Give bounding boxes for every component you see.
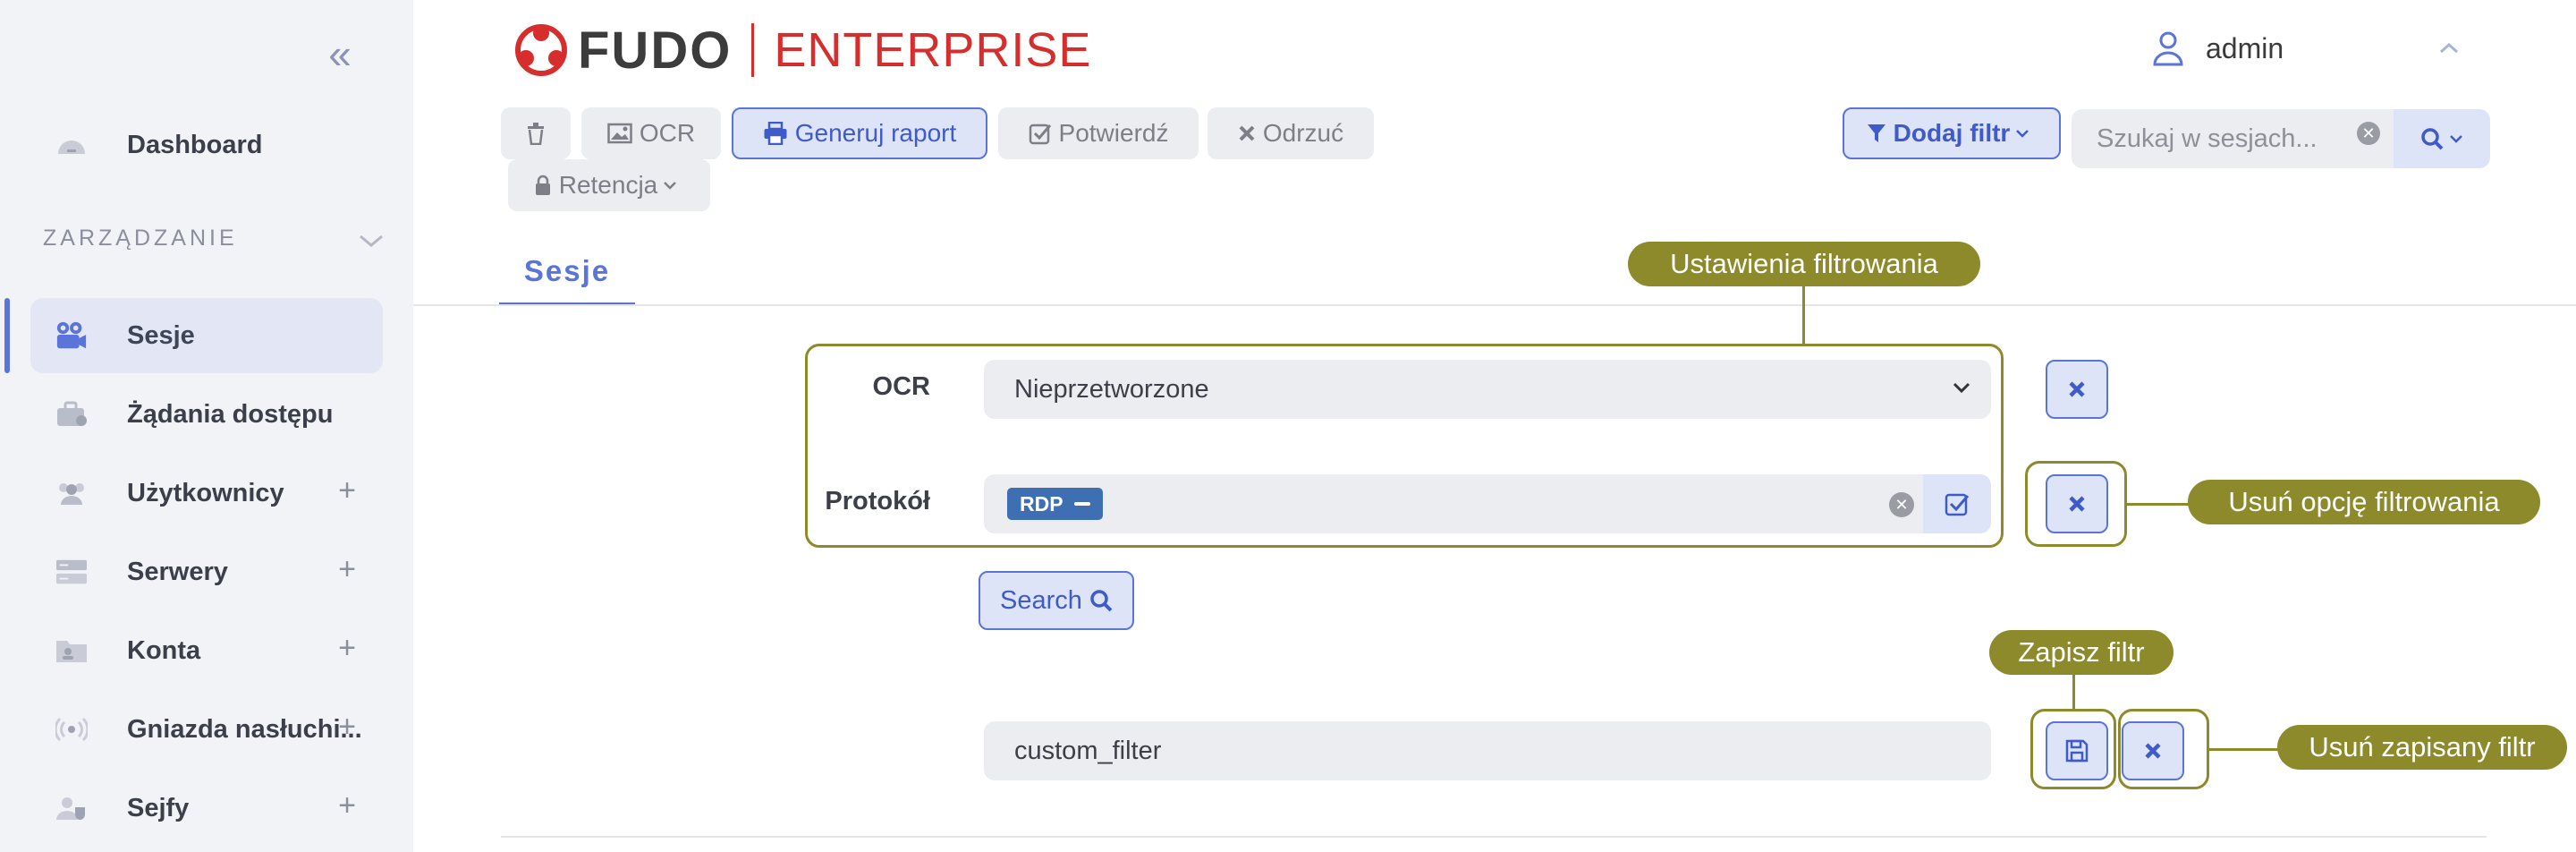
search-field [2072,109,2394,168]
confirm-label: Potwierdź [1058,119,1169,147]
annotation-frame-remove-option [2025,461,2127,547]
delete-button[interactable] [501,107,571,159]
remove-ocr-filter-button[interactable] [2046,360,2108,419]
server-icon [55,556,88,588]
bottom-divider [501,836,2487,838]
close-icon [2069,381,2085,397]
expand-plus-icon[interactable]: + [338,788,356,823]
search-dropdown-button[interactable] [2394,109,2490,168]
sidebar-item-sessions[interactable]: Sesje [30,298,383,373]
users-icon [55,477,88,509]
sidebar-item-label: Sejfy [127,793,190,822]
sidebar-item-listeners[interactable]: Gniazda nasłuchi... + [30,692,383,767]
generate-report-button[interactable]: Generuj raport [732,107,987,159]
annotation-connector [2209,748,2279,751]
annotation-connector [1802,286,1805,344]
image-icon [607,123,632,144]
search-icon [2421,128,2444,150]
annotation-save-filter: Zapisz filtr [1989,630,2174,675]
annotation-connector [2072,675,2075,709]
search-icon [1090,590,1113,612]
sidebar-item-users[interactable]: Użytkownicy + [30,456,383,531]
check-square-icon [1029,122,1052,145]
clear-search-icon[interactable]: ✕ [2357,122,2380,145]
expand-plus-icon[interactable]: + [338,710,356,745]
expand-plus-icon[interactable]: + [338,552,356,587]
sidebar-item-accounts[interactable]: Konta + [30,613,383,688]
reject-label: Odrzuć [1262,119,1344,147]
sidebar-item-label: Dashboard [127,130,263,159]
collapse-sidebar-icon[interactable]: « [322,33,358,74]
sidebar-item-label: Gniazda nasłuchi... [127,714,362,744]
dashboard-gauge-icon [55,129,88,161]
sidebar: « Dashboard ZARZĄDZANIE Sesje Żądania do… [0,0,413,852]
annotation-remove-filter-option: Usuń opcję filtrowania [2188,480,2540,524]
sidebar-item-servers[interactable]: Serwery + [30,534,383,609]
ocr-button-label: OCR [639,119,696,147]
annotation-frame-filter-settings [805,344,2004,548]
sidebar-item-label: Konta [127,635,201,665]
saved-filter-name-input[interactable]: custom_filter [984,721,1991,780]
tab-divider [413,304,2576,306]
chevron-down-icon [2015,128,2029,139]
safe-user-icon [55,792,88,824]
filter-icon [1867,123,1886,144]
trash-icon [528,123,544,145]
tab-sessions[interactable]: Sesje [499,247,635,306]
annotation-remove-saved-filter: Usuń zapisany filtr [2277,725,2567,770]
user-menu[interactable]: admin [2152,30,2284,66]
sidebar-item-label: Użytkownicy [127,478,284,507]
add-filter-button[interactable]: Dodaj filtr [1843,107,2061,159]
lock-icon [534,175,552,196]
sidebar-item-label: Żądania dostępu [127,399,334,429]
close-icon [1238,124,1256,142]
sidebar-item-access-requests[interactable]: Żądania dostępu [30,377,383,452]
camera-icon [55,320,88,352]
print-icon [763,122,788,145]
annotation-connector [2127,503,2190,506]
saved-filter-value: custom_filter [1014,736,1162,765]
logo-text: FUDO [578,21,733,80]
generate-report-label: Generuj raport [794,119,957,147]
annotation-filter-settings: Ustawienia filtrowania [1628,242,1980,286]
retention-label: Retencja [558,171,658,199]
sidebar-item-dashboard[interactable]: Dashboard [30,107,383,183]
ocr-button[interactable]: OCR [581,107,721,159]
add-filter-label: Dodaj filtr [1893,119,2011,147]
user-name: admin [2206,31,2284,64]
chevron-down-icon[interactable] [358,227,385,256]
reject-button[interactable]: Odrzuć [1208,107,1374,159]
fudo-logo: FUDO ENTERPRISE [513,21,1092,80]
annotation-frame-remove-saved [2118,709,2209,789]
user-icon [2153,31,2183,66]
search-input[interactable] [2095,123,2349,155]
annotation-frame-save-filter [2030,709,2116,789]
expand-plus-icon[interactable]: + [338,631,356,666]
sidebar-item-label: Sesje [127,320,195,350]
chevron-down-icon [2450,135,2462,143]
search-submit-label: Search [1000,585,1082,615]
logo-separator [751,23,755,77]
account-folder-icon [55,635,88,667]
search-submit-button[interactable]: Search [979,571,1134,630]
briefcase-icon [55,398,88,430]
sidebar-item-safes[interactable]: Sejfy + [30,771,383,846]
section-title-management: ZARZĄDZANIE [43,226,238,251]
confirm-button[interactable]: Potwierdź [998,107,1199,159]
chevron-down-icon [663,180,677,191]
fudo-logo-mark-icon [515,24,567,76]
retention-button[interactable]: Retencja [508,159,710,211]
logo-enterprise: ENTERPRISE [774,23,1092,77]
sidebar-item-label: Serwery [127,557,228,586]
broadcast-icon [55,713,88,746]
chevron-up-icon[interactable] [2438,34,2460,62]
expand-plus-icon[interactable]: + [338,473,356,508]
active-indicator [4,298,10,373]
